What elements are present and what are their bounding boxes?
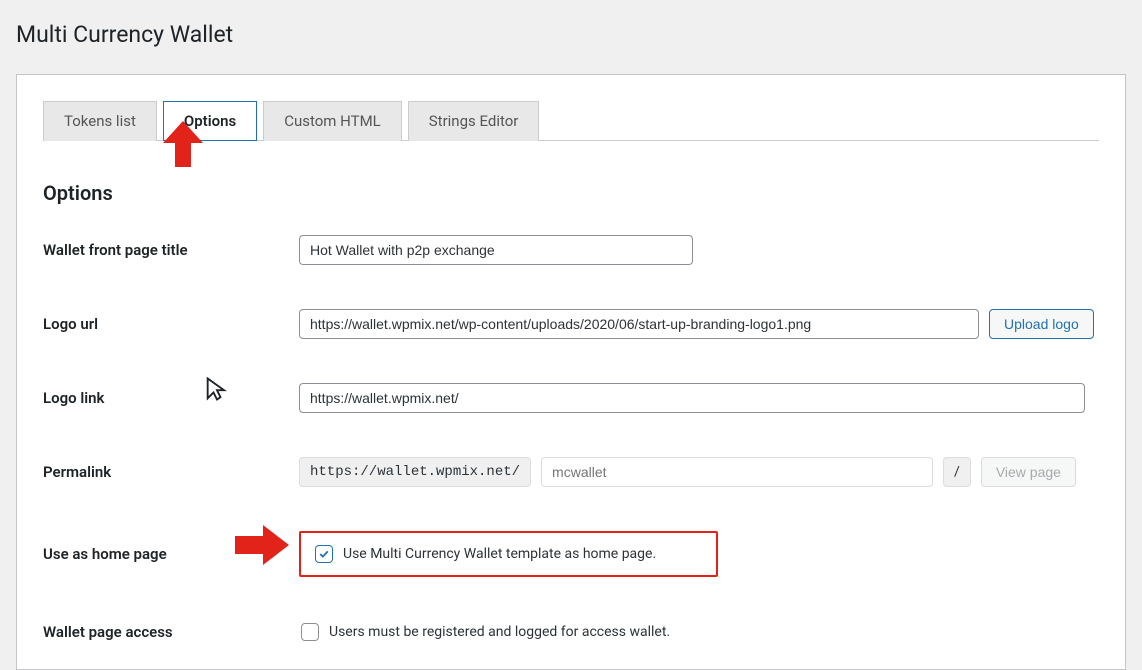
label-front-title: Wallet front page title — [43, 241, 299, 259]
checkbox-homepage-wrap[interactable]: Use Multi Currency Wallet template as ho… — [299, 531, 718, 577]
input-logo-url[interactable] — [299, 309, 979, 339]
row-logo-link: Logo link — [43, 383, 1099, 413]
input-permalink-slug[interactable] — [541, 457, 933, 487]
tab-custom-html[interactable]: Custom HTML — [263, 101, 402, 141]
page-title: Multi Currency Wallet — [0, 15, 1142, 58]
permalink-prefix: https://wallet.wpmix.net/ — [299, 457, 531, 487]
upload-logo-button[interactable]: Upload logo — [989, 309, 1094, 339]
checkbox-access[interactable] — [301, 623, 319, 641]
settings-panel: Tokens list Options Custom HTML Strings … — [16, 74, 1126, 670]
row-logo-url: Logo url Upload logo — [43, 309, 1099, 339]
input-front-title[interactable] — [299, 235, 693, 265]
checkbox-access-wrap[interactable]: Users must be registered and logged for … — [299, 621, 672, 643]
row-front-title: Wallet front page title — [43, 235, 1099, 265]
annotation-arrow-homepage — [235, 525, 289, 565]
tab-tokens-list[interactable]: Tokens list — [43, 101, 157, 141]
label-permalink: Permalink — [43, 463, 299, 481]
checkbox-access-label: Users must be registered and logged for … — [329, 624, 670, 640]
label-logo-url: Logo url — [43, 315, 299, 333]
cursor-icon — [203, 375, 231, 403]
tab-strings-editor[interactable]: Strings Editor — [408, 101, 540, 141]
annotation-arrow-tab — [163, 121, 203, 167]
row-homepage: Use as home page Use Multi Currency Wall… — [43, 531, 1099, 577]
permalink-slash: / — [943, 457, 971, 487]
label-logo-link: Logo link — [43, 389, 299, 407]
label-access: Wallet page access — [43, 623, 299, 641]
checkbox-homepage-label: Use Multi Currency Wallet template as ho… — [343, 546, 656, 562]
section-title-options: Options — [43, 181, 1099, 205]
row-access: Wallet page access Users must be registe… — [43, 621, 1099, 643]
input-logo-link[interactable] — [299, 383, 1085, 413]
view-page-button[interactable]: View page — [981, 457, 1076, 487]
checkbox-homepage[interactable] — [315, 545, 333, 563]
row-permalink: Permalink https://wallet.wpmix.net/ / Vi… — [43, 457, 1099, 487]
